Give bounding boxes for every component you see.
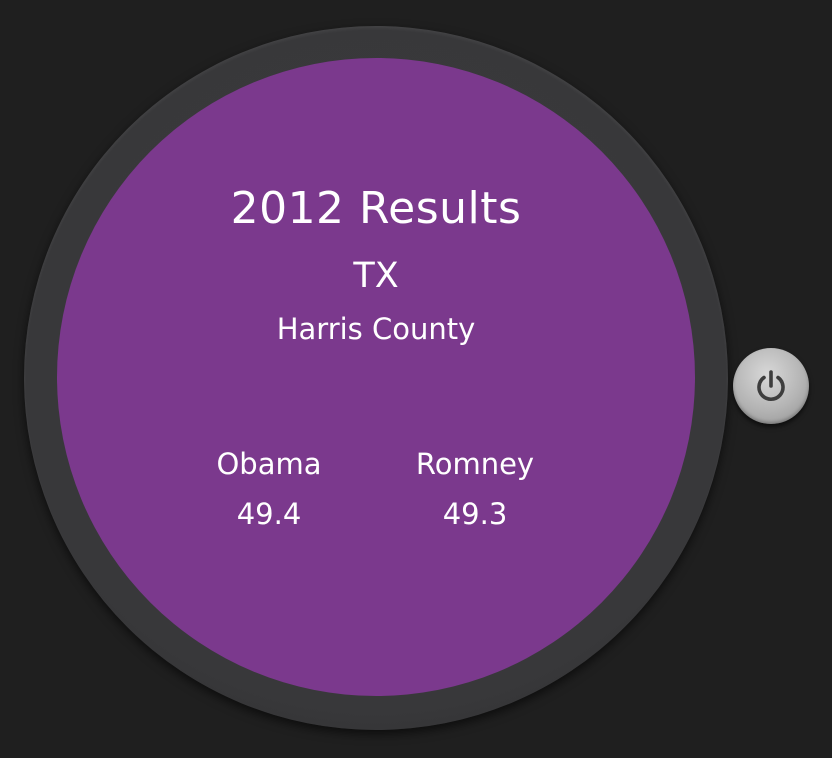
emulator-stage: 2012 Results TX Harris County Obama 49.4… [0,0,832,758]
candidate-percent: 49.4 [236,497,302,531]
candidate-name: Romney [415,447,535,481]
watch-face: 2012 Results TX Harris County Obama 49.4… [57,58,695,696]
candidate-name: Obama [216,447,322,481]
candidate-percent: 49.3 [442,497,508,531]
power-button[interactable] [733,348,809,424]
state-label: TX [353,256,399,296]
results-title: 2012 Results [230,183,522,234]
candidate-obama: Obama 49.4 [169,445,369,533]
candidate-romney: Romney 49.3 [375,445,575,533]
county-label: Harris County [276,312,476,346]
power-icon [757,370,785,401]
